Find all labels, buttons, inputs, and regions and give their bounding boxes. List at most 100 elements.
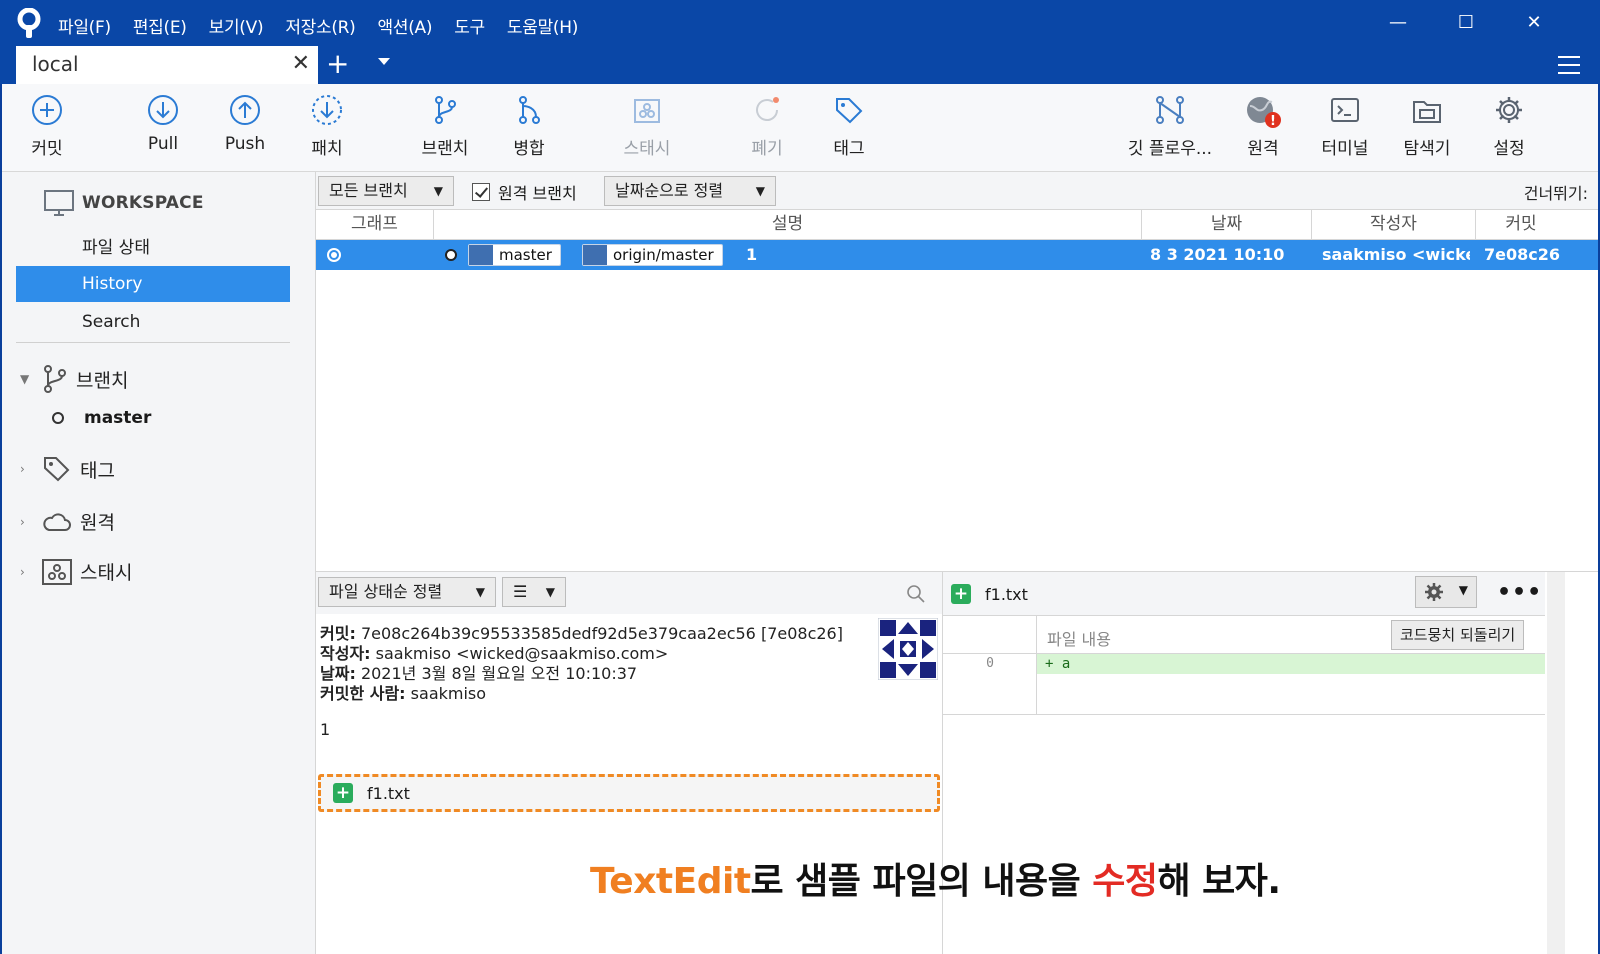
- sidebar-section-tags[interactable]: › 태그: [20, 454, 115, 484]
- repo-tab[interactable]: local ✕: [16, 46, 318, 84]
- branch-badge-label: master: [499, 246, 552, 264]
- sidebar-section-branches[interactable]: ▼ 브랜치: [20, 364, 128, 394]
- commit-date: 8 3 2021 10:10: [1150, 245, 1285, 264]
- checkbox-checked-icon[interactable]: [472, 183, 490, 201]
- history-list-empty-area: [316, 270, 1598, 572]
- patch-label: 패치: [311, 139, 343, 159]
- committer-line: 커밋한 사람: saakmiso: [320, 680, 486, 704]
- file-sort-select[interactable]: 파일 상태순 정렬 ▼: [318, 577, 496, 607]
- file-added-icon: +: [333, 783, 353, 803]
- sidebar-item-file-status[interactable]: 파일 상태: [16, 230, 290, 266]
- commit-label: 커밋: [31, 139, 63, 159]
- maximize-button[interactable]: ☐: [1444, 8, 1488, 38]
- merge-button[interactable]: 병합: [484, 94, 574, 159]
- sidebar-section-stashes[interactable]: › 스태시: [20, 558, 132, 585]
- pull-button[interactable]: Pull: [118, 94, 208, 154]
- terminal-button[interactable]: 터미널: [1300, 94, 1390, 159]
- file-sort-value: 파일 상태순 정렬: [329, 582, 443, 601]
- commit-button[interactable]: 커밋: [2, 94, 92, 159]
- folder-icon: [1413, 101, 1441, 123]
- sidebar-item-history[interactable]: History: [16, 266, 290, 302]
- details-toolbar: 파일 상태순 정렬 ▼ ☰ ▼: [316, 572, 942, 614]
- remote-label: 원격: [1247, 139, 1279, 159]
- toolbar: 커밋 Pull Push 패치 브랜치 병합 스태시 폐기 태그 깃 플로우..…: [2, 84, 1598, 172]
- list-view-icon: ☰: [513, 582, 528, 601]
- branch-button[interactable]: 브랜치: [400, 94, 490, 159]
- chevron-right-icon[interactable]: ›: [20, 565, 42, 579]
- sidebar-branch-master[interactable]: master: [52, 408, 151, 428]
- gitflow-icon: [1156, 96, 1184, 124]
- diff-line-number: 0: [986, 656, 994, 671]
- stash-button[interactable]: 스태시: [602, 94, 692, 159]
- remote-globe-icon: !: [1247, 97, 1281, 129]
- menu-help[interactable]: 도움말(H): [507, 13, 578, 38]
- diff-scrollbar[interactable]: [1547, 572, 1565, 954]
- chevron-down-icon: ▼: [433, 184, 443, 198]
- chevron-right-icon[interactable]: ›: [20, 515, 42, 529]
- cloud-icon: [43, 512, 71, 531]
- menu-view[interactable]: 보기(V): [209, 13, 264, 38]
- patch-button[interactable]: 패치: [282, 94, 372, 159]
- gitflow-button[interactable]: 깃 플로우...: [1120, 94, 1220, 159]
- history-column-header: 그래프 설명 날짜 작성자 커밋: [316, 210, 1598, 240]
- current-branch-icon: [52, 412, 64, 424]
- sidebar-item-search[interactable]: Search: [16, 304, 290, 340]
- chevron-right-icon[interactable]: ›: [20, 462, 42, 476]
- sort-order-select[interactable]: 날짜순으로 정렬 ▼: [604, 176, 776, 206]
- repo-tab-title: local: [32, 52, 79, 76]
- remote-branches-checkbox[interactable]: 원격 브랜치: [472, 180, 577, 204]
- branch-badge-master[interactable]: master: [468, 244, 561, 266]
- tag-icon: [44, 457, 70, 482]
- menu-file[interactable]: 파일(F): [58, 13, 111, 38]
- explorer-button[interactable]: 탐색기: [1382, 94, 1472, 159]
- menu-repository[interactable]: 저장소(R): [285, 13, 356, 38]
- chevron-down-icon[interactable]: ▼: [20, 372, 42, 386]
- sidebar-section-label: 원격: [80, 512, 115, 534]
- column-commit[interactable]: 커밋: [1476, 210, 1566, 240]
- terminal-icon: [1331, 98, 1359, 122]
- discard-button[interactable]: 폐기: [722, 94, 812, 159]
- branch-filter-select[interactable]: 모든 브랜치 ▼: [318, 176, 454, 206]
- close-button[interactable]: ✕: [1512, 8, 1556, 38]
- branch-filter-value: 모든 브랜치: [329, 181, 408, 200]
- tab-close-icon[interactable]: ✕: [292, 52, 310, 76]
- commit-message: 1: [746, 245, 758, 264]
- workspace-label: WORKSPACE: [82, 193, 204, 213]
- list-view-select[interactable]: ☰ ▼: [502, 577, 566, 607]
- hamburger-menu-icon[interactable]: [1558, 56, 1580, 74]
- merge-icon: [519, 96, 540, 124]
- more-options-button[interactable]: •••: [1497, 580, 1542, 605]
- push-button[interactable]: Push: [200, 94, 290, 154]
- column-graph[interactable]: 그래프: [316, 210, 434, 240]
- list-item[interactable]: + f1.txt: [318, 774, 940, 812]
- sidebar-section-label: 스태시: [80, 562, 133, 584]
- column-date[interactable]: 날짜: [1142, 210, 1312, 240]
- commit-details: 커밋: 7e08c264b39c95533585dedf92d5e379caa2…: [316, 614, 942, 774]
- column-author[interactable]: 작성자: [1312, 210, 1476, 240]
- revert-hunk-button[interactable]: 코드뭉치 되돌리기: [1391, 620, 1525, 650]
- table-row[interactable]: master origin/master 1 8 3 2021 10:10 sa…: [316, 240, 1598, 270]
- tag-button[interactable]: 태그: [804, 94, 894, 159]
- settings-button[interactable]: 설정: [1464, 94, 1554, 159]
- sidebar-section-label: 브랜치: [76, 369, 129, 392]
- avatar: [878, 618, 938, 680]
- menu-actions[interactable]: 액션(A): [378, 13, 433, 38]
- remote-button[interactable]: ! 원격: [1218, 94, 1308, 159]
- chevron-down-icon: ▼: [755, 184, 765, 198]
- tab-dropdown-icon[interactable]: [378, 58, 390, 65]
- new-tab-button[interactable]: +: [326, 50, 349, 78]
- branch-badge-origin-master[interactable]: origin/master: [582, 244, 723, 266]
- menu-tools[interactable]: 도구: [454, 13, 485, 38]
- push-label: Push: [224, 134, 266, 154]
- discard-icon: [756, 97, 779, 121]
- branch-badge-label: origin/master: [613, 246, 714, 264]
- sidebar-section-remotes[interactable]: › 원격: [20, 508, 115, 535]
- column-description[interactable]: 설명: [434, 210, 1142, 240]
- search-icon[interactable]: [906, 584, 926, 604]
- minimize-button[interactable]: —: [1376, 8, 1420, 38]
- diff-options-select[interactable]: ▼: [1415, 576, 1477, 608]
- commit-author: saakmiso <wicked@saakmiso.com>: [1322, 245, 1470, 264]
- history-filter-bar: 모든 브랜치 ▼ 원격 브랜치 날짜순으로 정렬 ▼ 건너뛰기:: [316, 172, 1598, 210]
- menu-edit[interactable]: 편집(E): [133, 13, 187, 38]
- caption-part-2: 로 샘플 파일의 내용을: [750, 861, 1093, 902]
